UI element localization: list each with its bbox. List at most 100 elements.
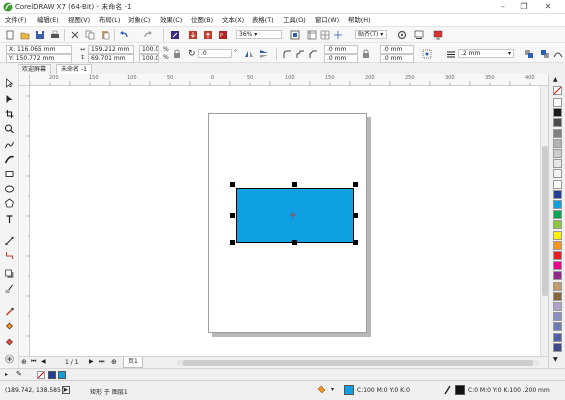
lock-ratio-icon[interactable]	[172, 49, 182, 59]
palette-swatch[interactable]	[553, 342, 562, 352]
palette-swatch[interactable]	[553, 240, 562, 250]
drop-shadow-tool-icon[interactable]	[4, 269, 15, 279]
relative-corner-scaling-icon[interactable]	[422, 49, 432, 59]
position-y-field[interactable]: Y: 150.772 mm	[6, 54, 72, 63]
welcome-screen-icon[interactable]	[433, 30, 443, 40]
show-rulers-icon[interactable]	[307, 30, 317, 40]
shape-tool-icon[interactable]	[4, 94, 15, 104]
crop-tool-icon[interactable]	[4, 109, 15, 119]
palette-swatch[interactable]	[553, 271, 562, 281]
search-content-icon[interactable]	[170, 30, 180, 40]
selection-handle-middle-left[interactable]	[230, 213, 235, 218]
last-page-icon[interactable]: ⏭	[99, 358, 104, 366]
no-color-swatch[interactable]	[553, 86, 562, 95]
lock-corners-icon[interactable]	[361, 49, 371, 59]
drawing-canvas[interactable]	[30, 86, 540, 356]
rotation-angle-field[interactable]: .0	[198, 49, 232, 58]
mirror-horizontal-icon[interactable]	[244, 49, 254, 59]
palette-scroll-up-icon[interactable]: ▲	[553, 76, 558, 83]
selection-handle-top-center[interactable]	[292, 182, 297, 187]
menu-view[interactable]: 视图(V)	[68, 15, 90, 24]
zoom-level-field[interactable]: 36% ▾	[236, 30, 282, 39]
vertical-ruler[interactable]	[19, 86, 30, 358]
selection-handle-bottom-center[interactable]	[292, 240, 297, 245]
fill-color-swatch[interactable]	[344, 385, 354, 395]
document-swatch-navy[interactable]	[48, 371, 56, 379]
cut-icon[interactable]	[70, 30, 80, 40]
previous-page-icon[interactable]: ◀	[41, 358, 46, 365]
rotation-center-marker[interactable]	[290, 212, 296, 218]
scale-y-field[interactable]: 100.0	[139, 54, 159, 63]
outline-color-swatch[interactable]	[455, 385, 465, 395]
ruler-origin[interactable]	[19, 74, 30, 85]
pick-tool-icon[interactable]	[4, 78, 15, 88]
palette-swatch[interactable]	[553, 108, 562, 118]
polygon-tool-icon[interactable]	[4, 198, 15, 208]
ellipse-tool-icon[interactable]	[4, 184, 15, 194]
palette-scroll-down-icon[interactable]: ▼	[553, 356, 558, 363]
selection-handle-middle-right[interactable]	[353, 213, 358, 218]
outline-width-dropdown[interactable]: .2 mm ▾	[458, 49, 514, 58]
document-swatch-cyan[interactable]	[58, 371, 66, 379]
export-icon[interactable]	[203, 30, 213, 40]
convert-to-curves-icon[interactable]	[553, 49, 563, 59]
horizontal-scroll-thumb[interactable]	[183, 360, 533, 366]
parallel-dimension-tool-icon[interactable]	[4, 236, 15, 246]
open-folder-icon[interactable]	[20, 30, 30, 40]
interactive-fill-tool-icon[interactable]	[4, 321, 15, 331]
palette-swatch[interactable]	[553, 138, 562, 148]
menu-bitmaps[interactable]: 位图(B)	[191, 15, 213, 24]
corner-radius-bottom-left-field[interactable]: .0 mm	[324, 54, 358, 63]
palette-swatch[interactable]	[553, 291, 562, 301]
palette-swatch[interactable]	[553, 149, 562, 158]
to-front-icon[interactable]	[524, 49, 534, 59]
object-height-field[interactable]: 69.701 mm	[88, 54, 134, 63]
palette-swatch[interactable]	[553, 200, 562, 209]
play-icon[interactable]: ▶	[62, 386, 70, 394]
vertical-scrollbar[interactable]	[540, 86, 548, 356]
menu-window[interactable]: 窗口(W)	[315, 15, 339, 24]
maximize-button[interactable]: ❐	[515, 0, 533, 13]
toolbox-expand-icon[interactable]	[4, 354, 15, 364]
menu-tools[interactable]: 工具(O)	[283, 15, 306, 24]
application-launcher-icon[interactable]	[414, 30, 424, 40]
rectangle-tool-icon[interactable]	[4, 169, 15, 179]
new-document-icon[interactable]	[5, 30, 15, 40]
page-tab[interactable]: 页1	[123, 357, 143, 368]
menu-effects[interactable]: 效果(C)	[160, 15, 182, 24]
publish-pdf-icon[interactable]: P	[218, 30, 228, 40]
smart-fill-tool-icon[interactable]	[4, 336, 15, 346]
palette-swatch[interactable]	[553, 210, 562, 220]
mirror-vertical-icon[interactable]	[259, 49, 269, 59]
selection-handle-bottom-left[interactable]	[230, 240, 235, 245]
first-page-icon[interactable]: ⏮	[31, 358, 36, 366]
tab-document[interactable]: 未命名 -1	[56, 64, 92, 74]
round-corner-icon[interactable]	[282, 49, 292, 59]
transparency-tool-icon[interactable]	[4, 284, 15, 294]
object-width-field[interactable]: 159.212 mm	[88, 45, 134, 54]
menu-table[interactable]: 表格(T)	[252, 15, 274, 24]
minimize-button[interactable]: –	[494, 0, 512, 13]
menu-layout[interactable]: 布局(L)	[99, 15, 120, 24]
palette-swatch[interactable]	[553, 159, 562, 169]
zoom-tool-icon[interactable]	[4, 124, 15, 134]
show-guidelines-icon[interactable]	[333, 30, 343, 40]
selection-handle-top-right[interactable]	[353, 182, 358, 187]
import-icon[interactable]	[188, 30, 198, 40]
text-tool-icon[interactable]	[4, 214, 15, 224]
eyedropper-tool-icon[interactable]	[4, 307, 15, 317]
palette-swatch[interactable]	[553, 230, 562, 240]
undo-icon[interactable]	[119, 30, 129, 40]
snap-to-dropdown[interactable]: 贴齐(T) ▾	[355, 30, 387, 39]
menu-object[interactable]: 对象(C)	[128, 15, 150, 24]
palette-swatch[interactable]	[553, 189, 562, 199]
palette-swatch[interactable]	[553, 332, 562, 342]
document-palette-menu-icon[interactable]: ▸	[5, 371, 8, 378]
selection-handle-top-left[interactable]	[230, 182, 235, 187]
menu-help[interactable]: 帮助(H)	[348, 15, 371, 24]
corner-radius-top-left-field[interactable]: .0 mm	[324, 45, 358, 54]
menu-text[interactable]: 文本(X)	[222, 15, 244, 24]
corner-radius-bottom-right-field[interactable]: .0 mm	[380, 54, 414, 63]
connector-tool-icon[interactable]	[4, 250, 15, 260]
palette-swatch[interactable]	[553, 251, 562, 260]
